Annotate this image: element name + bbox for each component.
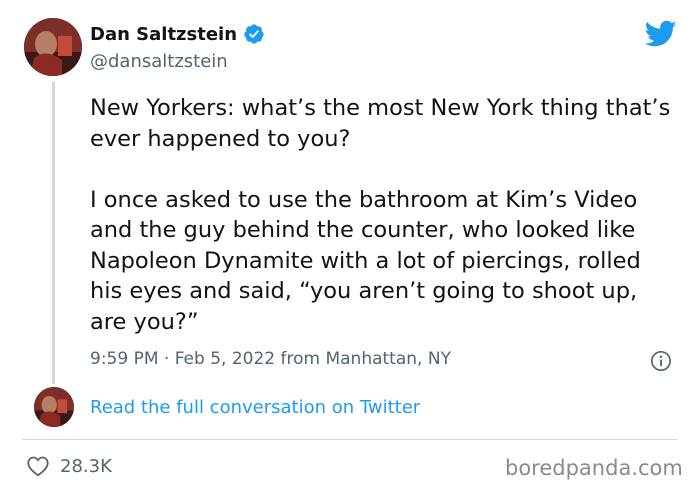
thread-connector-line — [52, 82, 55, 384]
avatar[interactable] — [24, 18, 82, 76]
avatar-photo — [34, 387, 74, 427]
info-icon[interactable] — [650, 350, 672, 372]
like-action[interactable]: 28.3K — [26, 455, 112, 477]
read-conversation-link[interactable]: Read the full conversation on Twitter — [90, 397, 420, 418]
like-count: 28.3K — [60, 455, 112, 477]
author-name-row: Dan Saltzstein — [90, 23, 265, 45]
display-name[interactable]: Dan Saltzstein — [90, 24, 237, 45]
tweet-text: New Yorkers: what’s the most New York th… — [90, 95, 671, 335]
tweet-card: Dan Saltzstein @dansaltzstein New Yorker… — [0, 0, 700, 492]
user-handle[interactable]: @dansaltzstein — [90, 51, 228, 72]
avatar-photo — [24, 18, 82, 76]
verified-badge-icon — [244, 24, 264, 44]
source-watermark: boredpanda.com — [505, 456, 683, 480]
twitter-bird-icon[interactable] — [645, 20, 677, 48]
heart-icon[interactable] — [26, 455, 50, 477]
divider — [22, 439, 678, 440]
tweet-timestamp-location[interactable]: 9:59 PM · Feb 5, 2022 from Manhattan, NY — [90, 349, 451, 369]
reply-avatar[interactable] — [34, 387, 74, 427]
